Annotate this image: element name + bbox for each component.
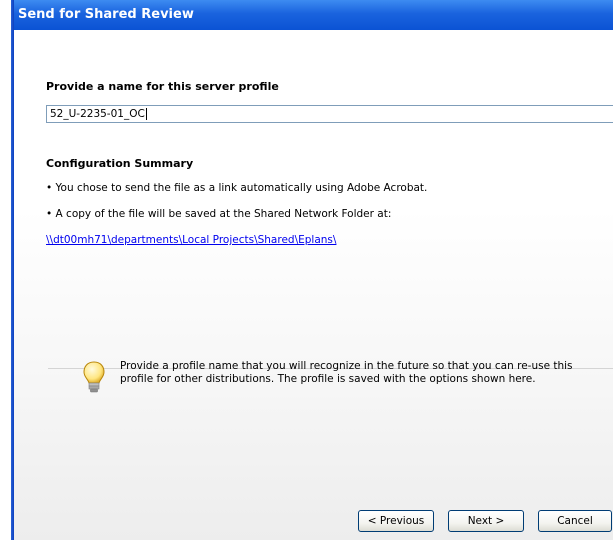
dialog-content: Provide a name for this server profile 5… <box>14 30 613 540</box>
profile-name-label: Provide a name for this server profile <box>46 80 279 93</box>
profile-name-input[interactable]: 52_U-2235-01_OC <box>46 105 613 123</box>
cancel-button[interactable]: Cancel <box>538 510 612 532</box>
summary-line-send-method: • You chose to send the file as a link a… <box>46 182 428 194</box>
next-button[interactable]: Next > <box>448 510 524 532</box>
text-caret <box>145 108 147 120</box>
window-titlebar: Send for Shared Review <box>14 0 613 30</box>
shared-folder-path-link[interactable]: \\dt00mh71\departments\Local Projects\Sh… <box>46 234 336 246</box>
profile-name-value: 52_U-2235-01_OC <box>50 108 145 120</box>
window-left-border <box>0 0 14 540</box>
window-title: Send for Shared Review <box>18 7 194 22</box>
previous-button[interactable]: < Previous <box>358 510 434 532</box>
tip-text: Provide a profile name that you will rec… <box>120 360 573 385</box>
summary-line-save-location: • A copy of the file will be saved at th… <box>46 208 392 220</box>
lightbulb-icon <box>82 360 106 396</box>
configuration-summary-heading: Configuration Summary <box>46 157 194 170</box>
